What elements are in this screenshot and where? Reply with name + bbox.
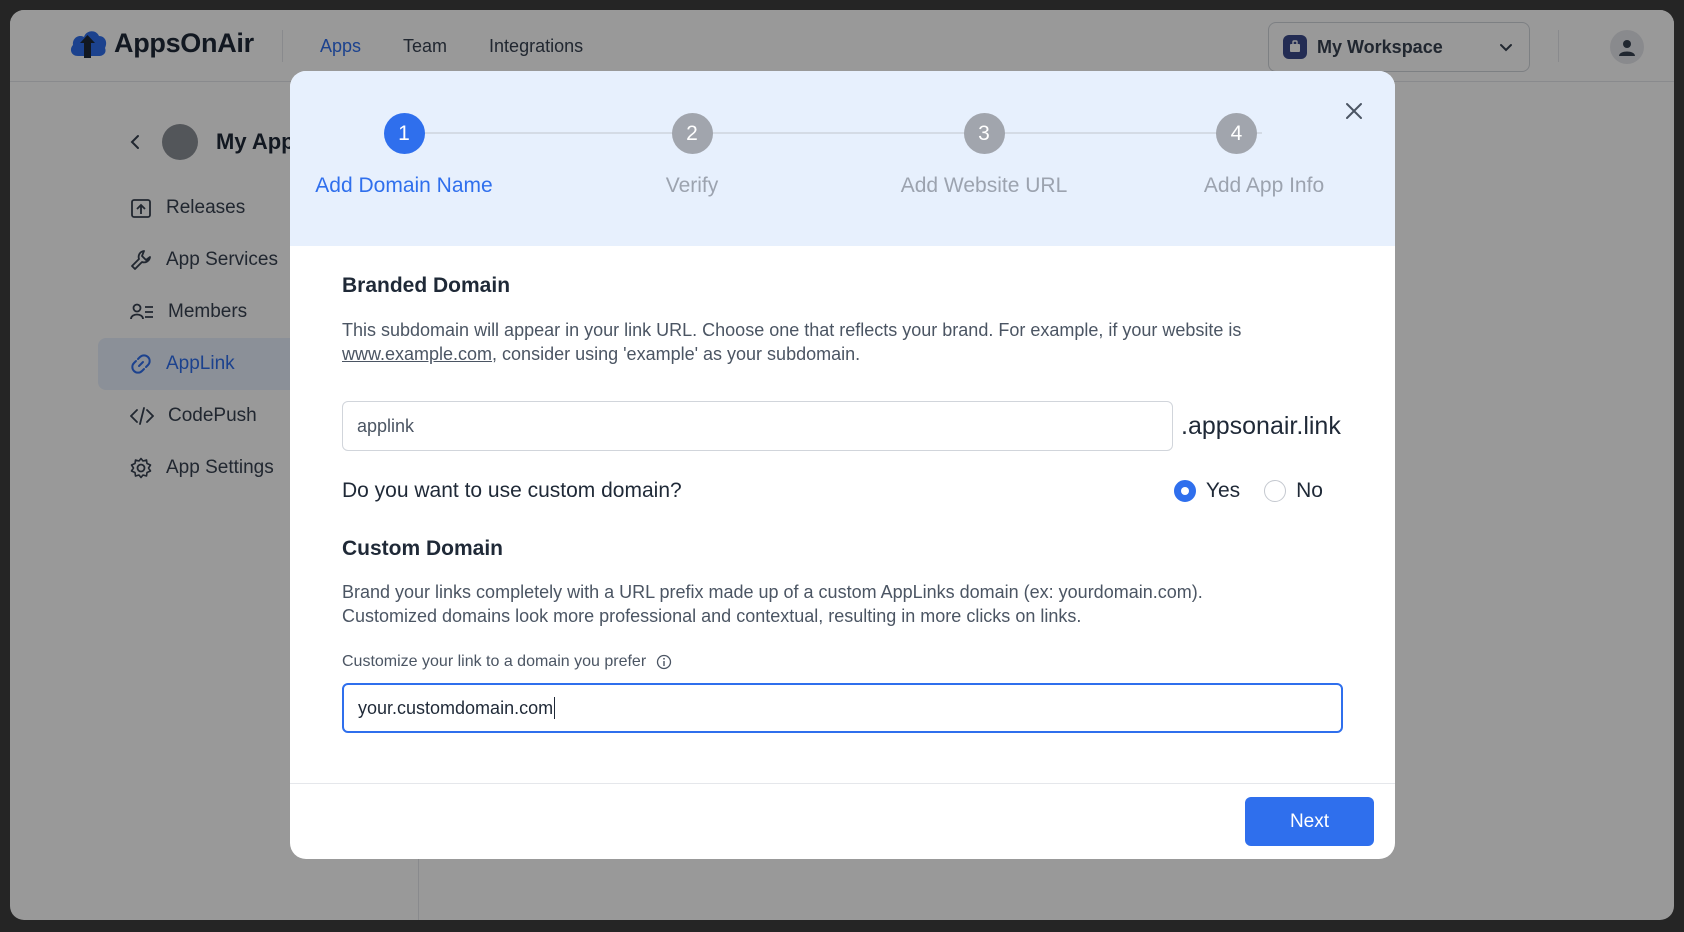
radio-label: Yes <box>1205 479 1241 502</box>
radio-label: No <box>1296 479 1323 502</box>
step-number: 4 <box>1216 113 1257 154</box>
next-button[interactable]: Next <box>1245 797 1374 846</box>
step-number: 2 <box>671 113 713 154</box>
step-number: 3 <box>963 113 1005 154</box>
field-label-text: Customize your link to a domain you pref… <box>342 653 647 670</box>
modal-footer-divider <box>290 783 1395 784</box>
custom-domain-field-label: Customize your link to a domain you pref… <box>342 653 672 671</box>
step-label: Add Website URL <box>900 174 1068 197</box>
step-label: Add App Info <box>1203 174 1325 197</box>
stepper-header: 1 Add Domain Name 2 Verify 3 Add Website… <box>290 71 1395 246</box>
custom-domain-question: Do you want to use custom domain? Yes No <box>342 471 1343 511</box>
step-add-website-url: 3 Add Website URL <box>864 113 1104 198</box>
description-line: Brand your links completely with a URL p… <box>342 582 1203 602</box>
custom-domain-title: Custom Domain <box>342 537 504 560</box>
step-verify: 2 Verify <box>572 113 812 198</box>
radio-indicator[interactable] <box>1173 480 1196 502</box>
radio-no[interactable]: No <box>1264 479 1323 503</box>
custom-domain-input[interactable]: your.customdomain.com <box>342 683 1343 733</box>
close-button[interactable] <box>1339 96 1369 126</box>
custom-domain-radio-group: Yes No <box>1173 479 1343 503</box>
question-text: Do you want to use custom domain? <box>342 479 682 502</box>
subdomain-row: applink .appsonair.link <box>342 401 1343 451</box>
subdomain-input[interactable]: applink <box>342 401 1173 451</box>
description-text: , consider using 'example' as your subdo… <box>492 344 861 364</box>
stepper-track <box>423 132 1262 134</box>
domain-setup-modal: 1 Add Domain Name 2 Verify 3 Add Website… <box>290 71 1395 859</box>
close-icon <box>1346 103 1362 119</box>
branded-domain-title: Branded Domain <box>342 274 511 297</box>
custom-domain-description: Brand your links completely with a URL p… <box>342 580 1343 628</box>
step-number: 1 <box>383 113 425 154</box>
step-label: Verify <box>665 174 719 197</box>
branded-domain-description: This subdomain will appear in your link … <box>342 318 1343 366</box>
input-value: your.customdomain.com <box>358 697 554 718</box>
step-label: Add Domain Name <box>315 174 493 197</box>
example-link[interactable]: www.example.com <box>342 344 492 364</box>
text-caret <box>554 697 556 719</box>
description-text: This subdomain will appear in your link … <box>342 320 1242 340</box>
radio-indicator[interactable] <box>1264 480 1287 502</box>
step-add-domain-name: 1 Add Domain Name <box>290 113 524 198</box>
radio-yes[interactable]: Yes <box>1173 479 1241 503</box>
description-line: Customized domains look more professiona… <box>342 606 1082 626</box>
domain-suffix: .appsonair.link <box>1181 411 1341 440</box>
info-icon[interactable] <box>656 654 672 670</box>
